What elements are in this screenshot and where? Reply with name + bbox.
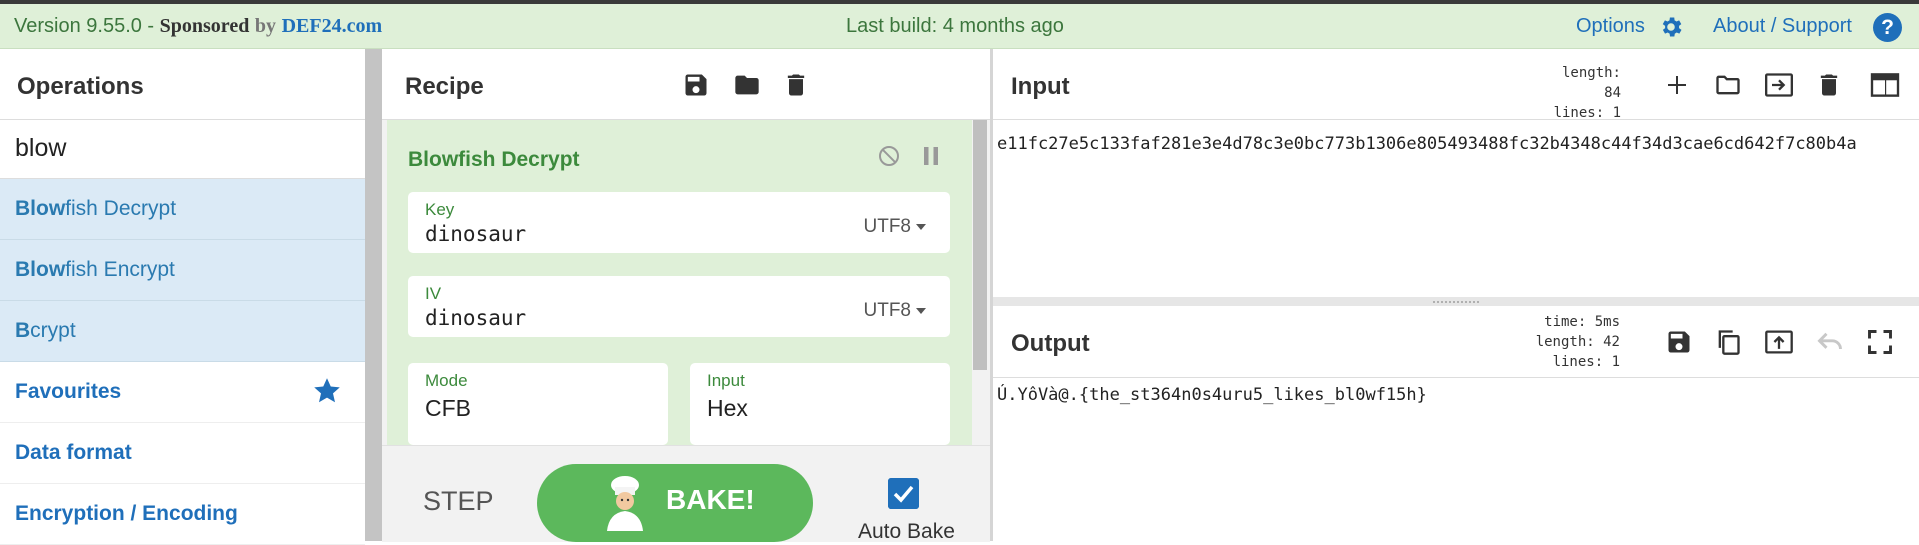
gear-icon[interactable] bbox=[1658, 14, 1684, 40]
top-banner: Version 9.55.0 - Sponsored by DEF24.com … bbox=[0, 4, 1919, 49]
op-blowfish-decrypt[interactable]: Blowfish Decrypt bbox=[0, 179, 365, 240]
key-field[interactable]: Key dinosaur UTF8 bbox=[408, 192, 950, 253]
mode-label: Mode bbox=[425, 371, 468, 390]
iv-encoding-dropdown[interactable]: UTF8 bbox=[864, 300, 926, 322]
version-info: Version 9.55.0 - Sponsored by DEF24.com bbox=[14, 15, 383, 37]
options-link[interactable]: Options bbox=[1576, 15, 1645, 38]
category-data-format[interactable]: Data format bbox=[0, 423, 365, 484]
operations-search-input[interactable]: blow bbox=[0, 120, 365, 179]
input-format-label: Input bbox=[707, 371, 745, 390]
recipe-header: Recipe bbox=[382, 49, 990, 120]
star-icon bbox=[314, 378, 340, 403]
maximise-icon[interactable] bbox=[1866, 328, 1894, 356]
input-stats: length: 84 lines: 1 bbox=[1553, 65, 1621, 121]
splitter-grip bbox=[1433, 301, 1479, 305]
last-build-text: Last build: 4 months ago bbox=[846, 15, 1064, 37]
bake-controls: STEP BAKE! Auto Bake bbox=[382, 445, 990, 543]
trash-icon[interactable] bbox=[1815, 70, 1843, 100]
key-value[interactable]: dinosaur bbox=[425, 222, 526, 246]
mode-value: CFB bbox=[425, 395, 471, 421]
recipe-title: Recipe bbox=[405, 73, 484, 100]
op-blowfish-encrypt[interactable]: Blowfish Encrypt bbox=[0, 240, 365, 301]
open-folder-icon[interactable] bbox=[1713, 71, 1743, 99]
category-encryption-encoding[interactable]: Encryption / Encoding bbox=[0, 484, 365, 545]
folder-icon[interactable] bbox=[732, 71, 762, 99]
category-favourites[interactable]: Favourites bbox=[0, 362, 365, 423]
disable-icon[interactable] bbox=[877, 144, 901, 168]
plus-icon[interactable] bbox=[1665, 73, 1689, 97]
operation-title: Blowfish Decrypt bbox=[408, 148, 580, 171]
bake-label: BAKE! bbox=[666, 484, 755, 515]
output-stats: time: 5ms length: 42 lines: 1 bbox=[1535, 314, 1620, 370]
replace-input-icon[interactable] bbox=[1764, 328, 1794, 356]
pause-icon[interactable] bbox=[922, 146, 940, 166]
auto-bake-label: Auto Bake bbox=[858, 520, 955, 543]
io-panel: Input length: 84 lines: 1 e11fc27e5c133f… bbox=[993, 49, 1919, 541]
bake-button[interactable]: BAKE! bbox=[537, 464, 813, 542]
key-label: Key bbox=[425, 200, 455, 219]
chef-icon bbox=[607, 476, 643, 531]
undo-icon[interactable] bbox=[1816, 330, 1844, 354]
input-textarea[interactable]: e11fc27e5c133faf281e3e4d78c3e0bc773b1306… bbox=[997, 129, 1913, 159]
chevron-down-icon bbox=[916, 307, 926, 314]
blowfish-decrypt-operation: Blowfish Decrypt Key dinosaur UTF8 IV di… bbox=[387, 120, 972, 445]
auto-bake-checkbox[interactable] bbox=[888, 478, 919, 509]
input-format-value: Hex bbox=[707, 395, 748, 421]
input-header: Input length: 84 lines: 1 bbox=[993, 49, 1919, 121]
panel-resizer[interactable] bbox=[365, 49, 382, 541]
output-textarea[interactable]: Ú.YôVà@.{the_st364n0s4uru5_likes_bl0wf15… bbox=[997, 385, 1427, 405]
operations-panel: Operations blow Blowfish Decrypt Blowfis… bbox=[0, 49, 365, 545]
output-title: Output bbox=[1011, 330, 1090, 357]
save-output-icon[interactable] bbox=[1665, 328, 1693, 356]
copy-icon[interactable] bbox=[1714, 327, 1742, 357]
operations-title: Operations bbox=[0, 49, 365, 120]
about-support-link[interactable]: About / Support bbox=[1713, 15, 1852, 38]
help-icon[interactable]: ? bbox=[1873, 13, 1902, 42]
input-title: Input bbox=[1011, 73, 1070, 100]
iv-value[interactable]: dinosaur bbox=[425, 306, 526, 330]
layout-icon[interactable] bbox=[1869, 72, 1901, 98]
iv-field[interactable]: IV dinosaur UTF8 bbox=[408, 276, 950, 337]
trash-icon[interactable] bbox=[782, 70, 810, 100]
op-bcrypt[interactable]: Bcrypt bbox=[0, 301, 365, 362]
sponsor-link[interactable]: DEF24.com bbox=[282, 15, 383, 37]
key-encoding-dropdown[interactable]: UTF8 bbox=[864, 216, 926, 238]
output-header: Output time: 5ms length: 42 lines: 1 bbox=[993, 306, 1919, 378]
save-icon[interactable] bbox=[682, 71, 710, 99]
mode-select[interactable]: Mode CFB bbox=[408, 363, 668, 445]
open-file-icon[interactable] bbox=[1763, 71, 1795, 99]
recipe-panel: Recipe Blowfish Decrypt Key dinosaur UTF… bbox=[382, 49, 990, 543]
recipe-scrollbar[interactable] bbox=[973, 120, 987, 370]
step-button[interactable]: STEP bbox=[423, 486, 494, 517]
chevron-down-icon bbox=[916, 223, 926, 230]
iv-label: IV bbox=[425, 284, 442, 303]
input-format-select[interactable]: Input Hex bbox=[690, 363, 950, 445]
